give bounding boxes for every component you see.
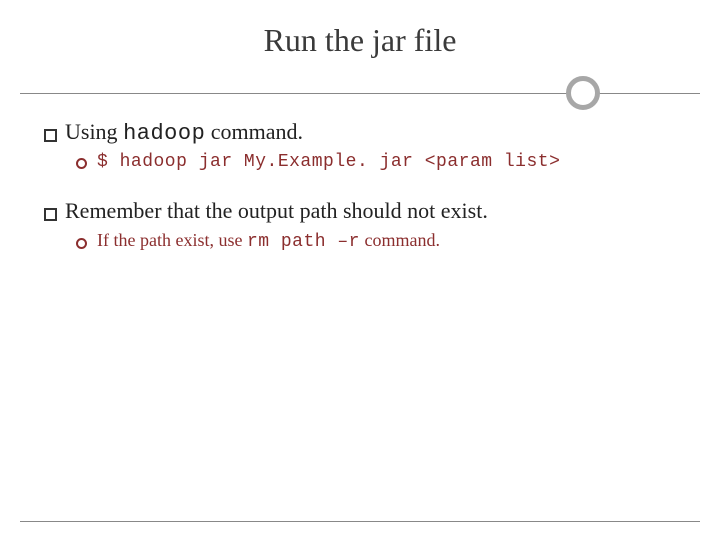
circle-ornament-icon (566, 76, 600, 110)
square-bullet-icon (44, 208, 57, 221)
title-area: Run the jar file (0, 0, 720, 71)
bullet-text: Using hadoop command. (65, 119, 303, 146)
bullet-item: Remember that the output path should not… (44, 198, 676, 224)
bullet-text: Remember that the output path should not… (65, 198, 488, 224)
text-run: Remember that the output path should not… (65, 198, 488, 223)
sub-bullet-item: $ hadoop jar My.Example. jar <param list… (44, 152, 676, 172)
code-run: rm path –r (247, 232, 360, 252)
code-run: hadoop (123, 121, 205, 146)
footer-rule (20, 521, 700, 522)
text-run: If the path exist, use (97, 230, 247, 250)
text-run: command. (360, 230, 440, 250)
text-run: command. (205, 119, 303, 144)
circle-bullet-icon (76, 238, 87, 249)
sub-bullet-code: $ hadoop jar My.Example. jar <param list… (97, 152, 560, 172)
content-area: Using hadoop command. $ hadoop jar My.Ex… (0, 111, 720, 252)
circle-bullet-icon (76, 158, 87, 169)
slide: Run the jar file Using hadoop command. $… (0, 0, 720, 540)
sub-bullet-text: If the path exist, use rm path –r comman… (97, 230, 440, 252)
page-title: Run the jar file (0, 22, 720, 59)
square-bullet-icon (44, 129, 57, 142)
sub-bullet-item: If the path exist, use rm path –r comman… (44, 230, 676, 252)
text-run: Using (65, 119, 123, 144)
bullet-item: Using hadoop command. (44, 119, 676, 146)
title-divider (0, 75, 720, 111)
